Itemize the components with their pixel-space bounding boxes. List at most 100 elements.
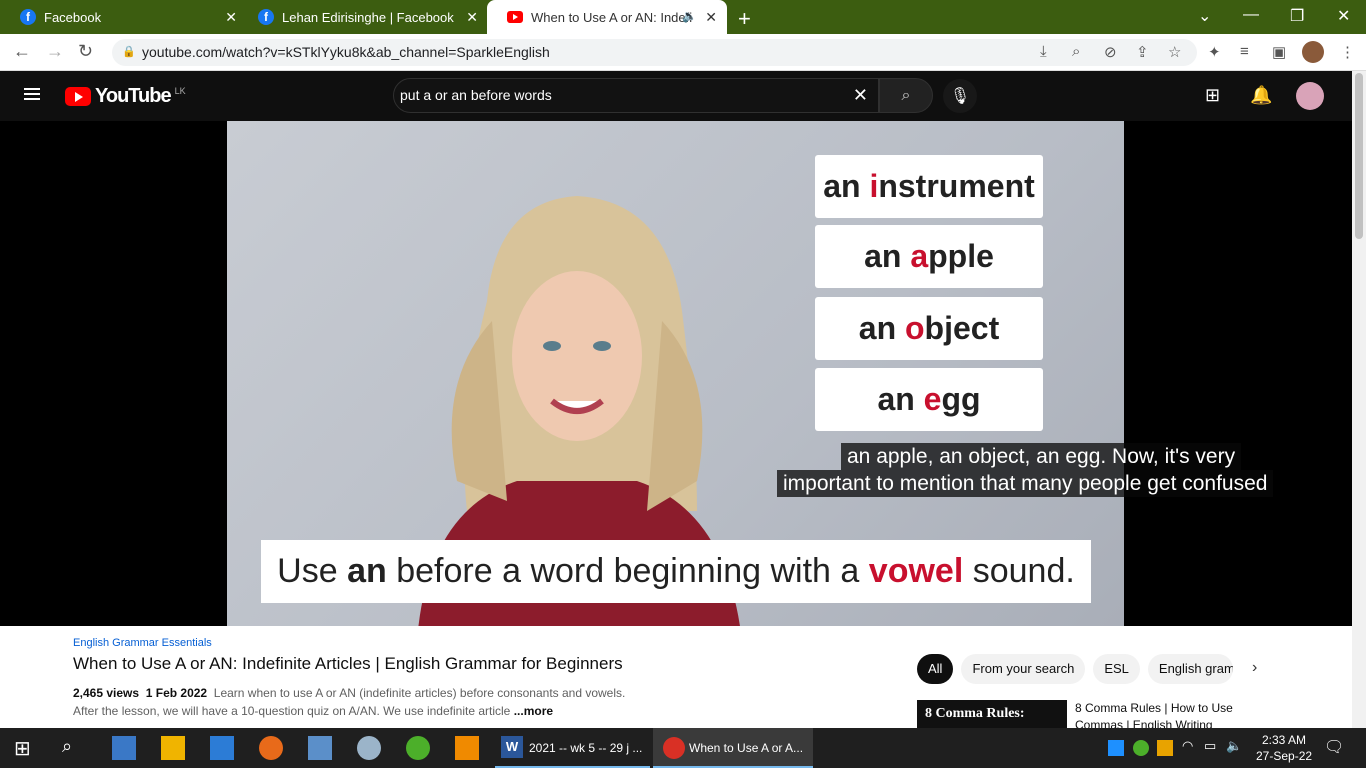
word-card-egg: an e gg	[815, 368, 1043, 431]
grammar-rule-card: Use an before a word beginning with a vo…	[261, 540, 1091, 603]
tab-lehan-facebook[interactable]: f Lehan Edirisinghe | Facebook ✕	[238, 0, 488, 34]
chrome-icon	[663, 737, 685, 759]
new-tab-button[interactable]: +	[738, 6, 751, 32]
recommended-video-thumbnail[interactable]: 8 Comma Rules:	[917, 700, 1067, 728]
logo-text: YouTube	[95, 85, 172, 107]
firefox-icon[interactable]	[259, 736, 283, 760]
zoom-icon[interactable]: ⌕	[1072, 43, 1080, 60]
url-text: youtube.com/watch?v=kSTklYyku8k&ab_chann…	[142, 44, 550, 60]
youtube-logo[interactable]: YouTube LK	[65, 85, 186, 108]
task-label: When to Use A or A...	[689, 741, 804, 755]
filter-chips: All From your search ESL English gram	[917, 654, 1233, 684]
tray-windows-icon[interactable]	[1157, 740, 1173, 756]
side-panel-icon[interactable]: ▣	[1272, 43, 1286, 61]
upload-date: 1 Feb 2022	[145, 686, 208, 700]
scrollbar-thumb[interactable]	[1355, 73, 1363, 239]
video-player[interactable]: an i nstrument an a pple an o bject an e gg …	[0, 121, 1352, 626]
computer-app-icon[interactable]	[112, 736, 136, 760]
youtube-play-icon	[65, 87, 91, 106]
video-description[interactable]: 2,465 views 1 Feb 2022 Learn when to use…	[73, 684, 633, 720]
notifications-icon[interactable]: 🗨	[1324, 737, 1348, 761]
install-icon[interactable]: ⤓	[1040, 43, 1047, 60]
windows-taskbar: ⊞ ⌕ W 2021 -- wk 5 -- 29 j ... When to U…	[0, 728, 1366, 768]
page-scrollbar[interactable]	[1352, 71, 1366, 728]
notifications-bell-icon[interactable]: 🔔	[1250, 85, 1272, 106]
extensions-icon[interactable]: ✦	[1208, 43, 1221, 61]
video-title: When to Use A or AN: Indefinite Articles…	[73, 654, 623, 673]
youtube-header: YouTube LK put a or an before words ✕ ⌕ …	[0, 71, 1352, 121]
chip-all[interactable]: All	[917, 654, 954, 684]
lock-icon: 🔒	[122, 46, 136, 58]
microphone-icon: 🎙	[949, 88, 971, 105]
video-frame[interactable]: an i nstrument an a pple an o bject an e gg …	[227, 121, 1124, 626]
chip-from-your-search[interactable]: From your search	[961, 654, 1086, 684]
eye-off-icon[interactable]: ⊘	[1104, 43, 1117, 61]
menu-dots-icon[interactable]: ⋮	[1340, 43, 1355, 61]
share-icon[interactable]: ⇪	[1136, 43, 1149, 61]
clear-search-icon[interactable]: ✕	[853, 79, 868, 112]
vscode-icon[interactable]	[210, 736, 234, 760]
close-tab-icon[interactable]: ✕	[705, 9, 717, 26]
file-explorer-icon[interactable]	[161, 736, 185, 760]
recommended-video-title[interactable]: 8 Comma Rules | How to Use Commas | Engl…	[1075, 700, 1255, 728]
tab-title: Facebook	[44, 9, 102, 25]
search-button[interactable]: ⌕	[879, 78, 933, 113]
show-more-link[interactable]: ...more	[514, 704, 553, 718]
media-control-icon[interactable]: ≡	[1240, 43, 1249, 60]
search-input[interactable]: put a or an before words ✕	[393, 78, 879, 113]
taskbar-chrome-window[interactable]: When to Use A or A...	[653, 728, 813, 768]
battery-icon[interactable]: ▭	[1204, 738, 1228, 762]
thumbnail-text: 8 Comma Rules:	[925, 706, 1025, 721]
word-card-apple: an a pple	[815, 225, 1043, 288]
paint-icon[interactable]	[357, 736, 381, 760]
word-icon: W	[501, 736, 523, 758]
system-clock[interactable]: 2:33 AM 27-Sep-22	[1256, 732, 1312, 764]
voice-search-button[interactable]: 🎙	[943, 79, 977, 113]
back-icon[interactable]: ←	[13, 41, 31, 62]
chip-esl[interactable]: ESL	[1093, 654, 1140, 684]
youtube-icon	[507, 11, 523, 23]
tray-utorrent-icon[interactable]	[1133, 740, 1149, 756]
word-card-object: an o bject	[815, 297, 1043, 360]
user-avatar[interactable]	[1296, 82, 1324, 110]
restore-button[interactable]: ❐	[1290, 6, 1304, 26]
facebook-icon: f	[258, 9, 274, 25]
hamburger-menu-icon[interactable]	[24, 88, 40, 100]
forward-icon[interactable]: →	[46, 41, 64, 62]
browser-tab-strip: f Facebook ✕ f Lehan Edirisinghe | Faceb…	[0, 0, 1366, 34]
search-icon[interactable]: ⌕	[62, 736, 86, 760]
reload-icon[interactable]: ↻	[78, 41, 93, 62]
bookmark-star-icon[interactable]: ☆	[1168, 43, 1181, 61]
channel-link[interactable]: English Grammar Essentials	[73, 637, 212, 649]
tab-youtube-video[interactable]: When to Use A or AN: Indefi 🔈 ✕	[487, 0, 727, 34]
url-field[interactable]: 🔒 youtube.com/watch?v=kSTklYyku8k&ab_cha…	[112, 39, 1197, 66]
search-value: put a or an before words	[400, 87, 552, 103]
windows-start-icon[interactable]: ⊞	[14, 736, 38, 760]
tab-search-icon[interactable]: ⌄	[1198, 6, 1211, 26]
closed-caption-line-1: an apple, an object, an egg. Now, it's v…	[841, 443, 1242, 470]
utorrent-icon[interactable]	[406, 736, 430, 760]
region-code: LK	[174, 85, 186, 96]
close-tab-icon[interactable]: ✕	[466, 9, 478, 26]
speaker-icon[interactable]: 🔈	[682, 9, 697, 23]
create-video-icon[interactable]: ⊞	[1205, 85, 1220, 106]
tab-facebook[interactable]: f Facebook ✕	[0, 0, 247, 34]
taskbar-word-window[interactable]: W 2021 -- wk 5 -- 29 j ...	[495, 728, 650, 768]
volume-icon[interactable]: 🔈	[1226, 738, 1250, 762]
close-window-button[interactable]: ✕	[1337, 6, 1350, 26]
profile-avatar[interactable]	[1302, 41, 1324, 63]
chip-english-grammar[interactable]: English gram	[1147, 654, 1233, 684]
address-bar-row: ← → ↻ 🔒 youtube.com/watch?v=kSTklYyku8k&…	[0, 34, 1366, 71]
close-tab-icon[interactable]: ✕	[225, 9, 237, 26]
chevron-right-icon[interactable]: ›	[1252, 659, 1257, 677]
video-info-section: English Grammar Essentials When to Use A…	[0, 626, 1352, 728]
calculator-icon[interactable]	[308, 736, 332, 760]
wifi-icon[interactable]: ◠	[1182, 738, 1206, 762]
clock-date: 27-Sep-22	[1256, 749, 1313, 763]
vlc-icon[interactable]	[455, 736, 479, 760]
tray-app-icon[interactable]	[1108, 740, 1124, 756]
closed-caption-line-2: important to mention that many people ge…	[777, 470, 1274, 497]
search-icon: ⌕	[901, 86, 911, 104]
view-count: 2,465 views	[73, 686, 140, 700]
minimize-button[interactable]: —	[1243, 6, 1259, 24]
